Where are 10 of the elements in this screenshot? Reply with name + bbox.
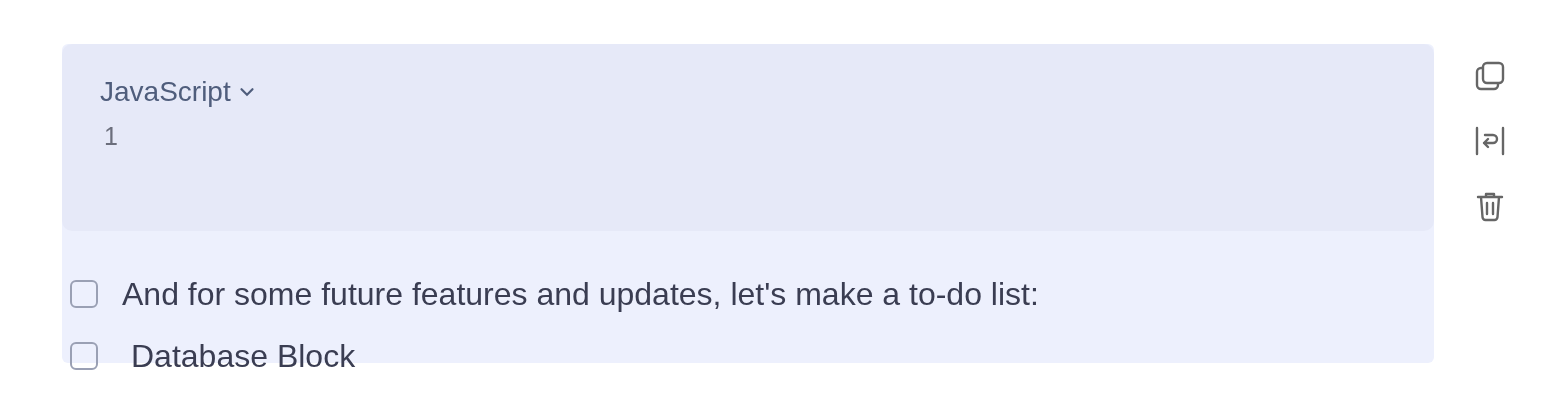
copy-icon[interactable] (1474, 60, 1506, 92)
line-number: 1 (103, 122, 119, 151)
todo-text: And for some future features and updates, let's make a to-do list: (122, 275, 1039, 313)
checkbox[interactable] (70, 342, 98, 370)
todo-text: Database Block (131, 337, 356, 375)
wrap-icon[interactable] (1474, 125, 1506, 157)
language-dropdown[interactable]: JavaScript (100, 76, 255, 108)
caret-icon (238, 86, 255, 98)
checkbox[interactable] (70, 280, 98, 308)
delete-icon[interactable] (1474, 190, 1506, 222)
